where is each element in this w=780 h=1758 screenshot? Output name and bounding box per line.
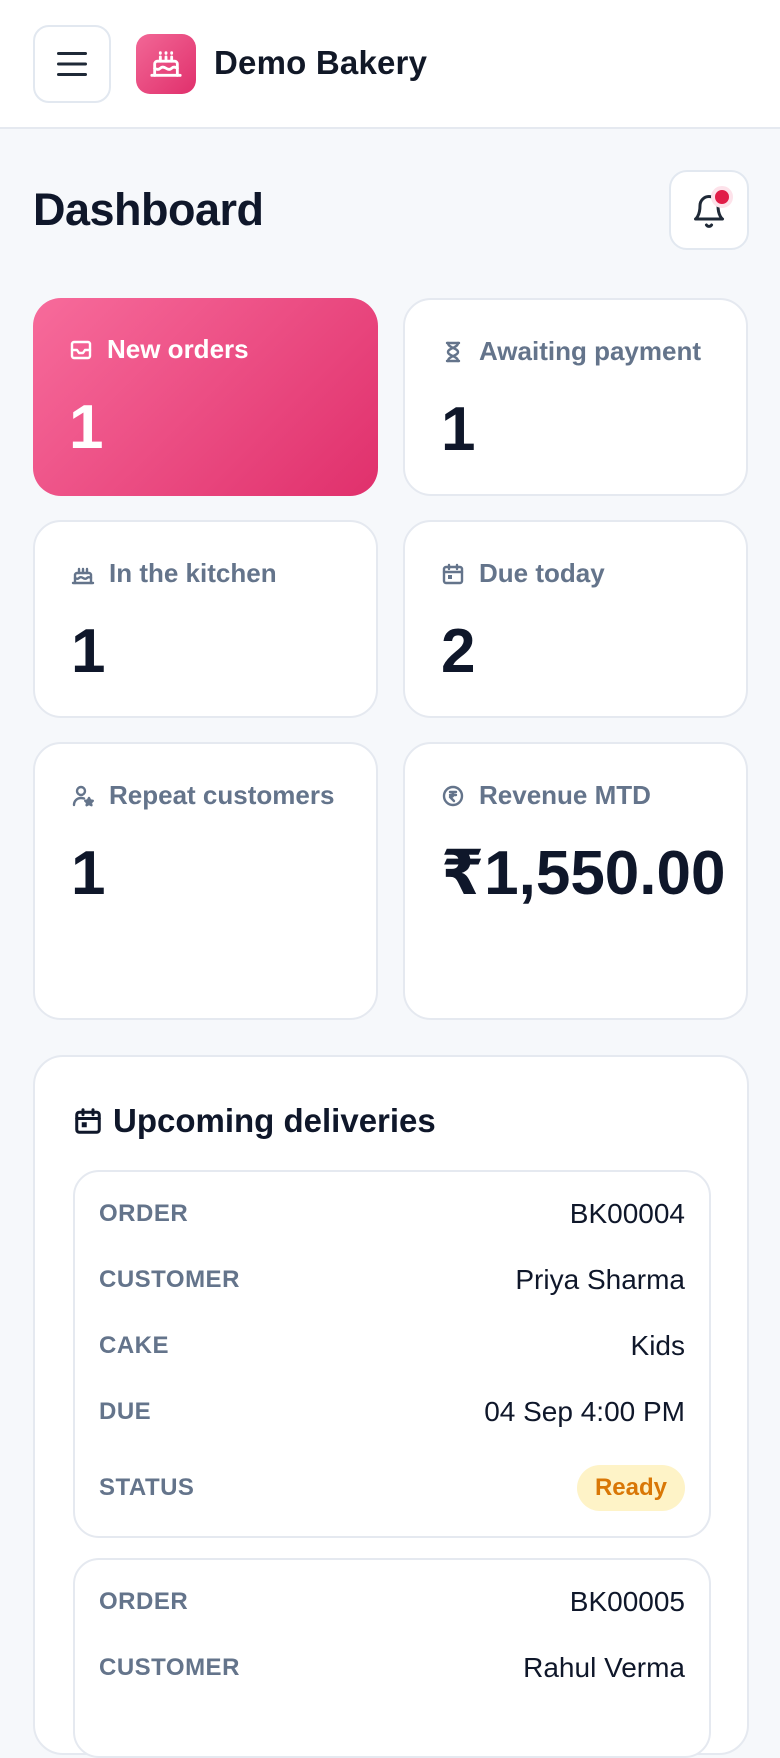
field-label: DUE	[99, 1398, 152, 1425]
stat-card-new-orders[interactable]: New orders 1	[33, 298, 378, 496]
upcoming-deliveries-panel: Upcoming deliveries ORDER BK00004 CUSTOM…	[33, 1055, 749, 1758]
delivery-row-cake: CAKE Kids	[99, 1326, 685, 1366]
stat-card-revenue-mtd[interactable]: Revenue MTD ₹1,550.00	[403, 742, 748, 1020]
hourglass-icon	[441, 340, 465, 364]
field-label: CUSTOMER	[99, 1266, 240, 1293]
stat-value: 1	[441, 395, 476, 464]
due-date: 04 Sep 4:00 PM	[484, 1396, 685, 1427]
brand-logo[interactable]	[136, 34, 196, 94]
field-label: CAKE	[99, 1332, 170, 1359]
stat-value: 1	[71, 617, 106, 686]
user-star-icon	[71, 784, 95, 808]
page-title: Dashboard	[33, 184, 264, 235]
stat-label: Due today	[479, 558, 605, 588]
delivery-row-order: ORDER BK00004	[99, 1194, 685, 1234]
stat-value: ₹1,550.00	[441, 839, 726, 908]
hamburger-icon	[57, 52, 87, 76]
stat-card-due-today[interactable]: Due today 2	[403, 520, 748, 718]
cake-icon	[150, 51, 182, 77]
stat-label: Repeat customers	[109, 780, 335, 810]
top-bar: Demo Bakery	[0, 0, 780, 129]
delivery-card[interactable]: ORDER BK00005 CUSTOMER Rahul Verma	[73, 1558, 711, 1758]
order-number: BK00005	[569, 1586, 685, 1617]
stat-label: Awaiting payment	[479, 336, 702, 366]
field-label: STATUS	[99, 1474, 195, 1501]
field-label: CUSTOMER	[99, 1654, 240, 1681]
stat-value: 1	[71, 839, 106, 908]
customer-name: Priya Sharma	[515, 1264, 685, 1295]
cake-icon	[71, 562, 95, 586]
order-number: BK00004	[569, 1198, 685, 1229]
stat-label: Revenue MTD	[479, 780, 651, 810]
stat-card-awaiting-payment[interactable]: Awaiting payment 1	[403, 298, 748, 496]
menu-button[interactable]	[33, 25, 111, 103]
notifications-button[interactable]	[669, 170, 749, 250]
stat-value: 1	[69, 393, 104, 462]
stat-card-in-the-kitchen[interactable]: In the kitchen 1	[33, 520, 378, 718]
stat-card-repeat-customers[interactable]: Repeat customers 1	[33, 742, 378, 1020]
delivery-row-customer: CUSTOMER Priya Sharma	[99, 1260, 685, 1300]
field-label: ORDER	[99, 1588, 189, 1615]
calendar-icon	[441, 562, 465, 586]
delivery-row-customer: CUSTOMER Rahul Verma	[99, 1648, 685, 1688]
delivery-row-order: ORDER BK00005	[99, 1582, 685, 1622]
customer-name: Rahul Verma	[523, 1652, 685, 1683]
notification-dot	[711, 186, 733, 208]
stat-label: In the kitchen	[109, 558, 277, 588]
calendar-icon	[73, 1106, 103, 1136]
stat-value: 2	[441, 617, 476, 686]
delivery-card[interactable]: ORDER BK00004 CUSTOMER Priya Sharma CAKE…	[73, 1170, 711, 1538]
brand-name: Demo Bakery	[214, 44, 428, 81]
delivery-row-due: DUE 04 Sep 4:00 PM	[99, 1392, 685, 1432]
status-badge: Ready	[576, 1465, 685, 1511]
delivery-row-status: STATUS Ready	[99, 1462, 685, 1514]
section-title: Upcoming deliveries	[113, 1102, 436, 1139]
inbox-icon	[69, 338, 93, 362]
stat-label: New orders	[107, 334, 249, 364]
rupee-icon	[441, 784, 465, 808]
field-label: ORDER	[99, 1200, 189, 1227]
cake-type: Kids	[630, 1330, 685, 1361]
